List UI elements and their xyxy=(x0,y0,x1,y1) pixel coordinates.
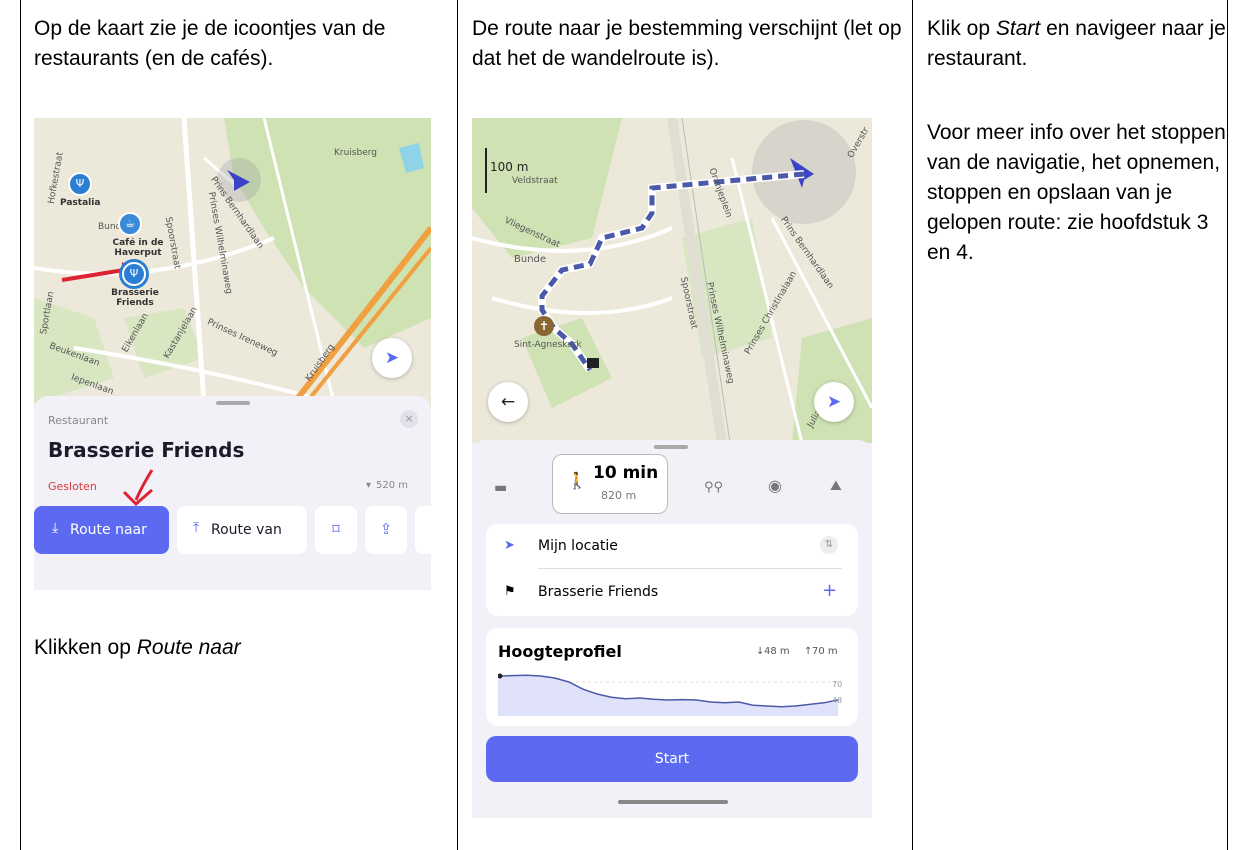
descent-value: 48 m xyxy=(764,646,790,657)
table-border-left xyxy=(20,0,21,850)
caption-text: Klikken op xyxy=(34,636,137,659)
red-arrow-annotation xyxy=(122,469,154,507)
route-from-label: Route van xyxy=(211,522,282,538)
route-points-card: ➤ Mijn locatie ⇅ ⚑ Brasserie Friends + xyxy=(486,524,858,616)
back-arrow-icon[interactable]: ← xyxy=(488,382,528,422)
route-to-field[interactable]: Brasserie Friends xyxy=(538,584,658,600)
route-from-icon: ⤒ xyxy=(193,520,200,536)
table-divider-1 xyxy=(457,0,458,850)
church-icon[interactable]: ✝ xyxy=(534,316,554,336)
table-border-right xyxy=(1227,0,1228,850)
distance-icon: ▾ xyxy=(366,480,372,491)
map-label: Veldstraat xyxy=(512,176,558,186)
start-button[interactable]: Start xyxy=(486,736,858,782)
home-indicator xyxy=(618,800,728,804)
walking-mode-button[interactable]: 🚶 10 min 820 m xyxy=(552,454,668,514)
restaurant-pin-selected-icon[interactable]: Ψ xyxy=(122,262,146,286)
route-bottom-sheet: ▬ 🚶 10 min 820 m ⚲⚲ ◉ ⛰ ➤ Mijn locatie ⇅… xyxy=(472,440,872,818)
paragraph-text: Klik op xyxy=(927,17,996,40)
route-from-field[interactable]: Mijn locatie xyxy=(538,538,618,554)
map-label: Sint-Agneskerk xyxy=(514,340,582,350)
swap-icon[interactable]: ⇅ xyxy=(820,536,838,554)
ascent-value: 70 m xyxy=(812,646,838,657)
elevation-profile xyxy=(498,673,838,716)
add-waypoint-icon[interactable]: + xyxy=(822,580,837,601)
public-transport-icon[interactable]: ◉ xyxy=(768,476,782,495)
map-label: Bunde xyxy=(514,254,547,265)
map-label: Kruisberg xyxy=(334,148,378,158)
poi-status: Gesloten xyxy=(48,480,97,493)
walking-distance: 820 m xyxy=(601,489,637,502)
walking-icon: 🚶 xyxy=(567,471,587,490)
caption-emphasis: Route naar xyxy=(136,636,241,659)
col1-caption-top: Op de kaart zie je de icoontjes van de r… xyxy=(34,17,386,70)
elevation-tick-high: 70 xyxy=(832,680,843,689)
elevation-card: Hoogteprofiel ↓ 48 m ↑ 70 m 70 48 xyxy=(486,628,858,726)
share-icon[interactable]: ⇪ xyxy=(365,506,407,554)
table-divider-2 xyxy=(912,0,913,850)
route-from-button[interactable]: ⤒ Route van xyxy=(177,506,307,554)
map-label: Pastalia xyxy=(60,198,101,208)
start-label: Start xyxy=(654,751,690,767)
elevation-tick-low: 48 xyxy=(832,696,843,705)
more-button[interactable] xyxy=(415,506,431,554)
location-arrow-icon: ➤ xyxy=(504,538,515,553)
cafe-pin-icon[interactable]: ☕ xyxy=(118,212,142,236)
poi-distance: 520 m xyxy=(376,480,409,491)
restaurant-pin-icon[interactable]: Ψ xyxy=(68,172,92,196)
sheet-handle[interactable] xyxy=(216,401,250,405)
poi-category: Restaurant xyxy=(48,414,109,427)
scale-label: 100 m xyxy=(490,160,529,174)
close-icon[interactable]: × xyxy=(400,410,418,428)
col3-paragraph-1: Klik op Start en navigeer naar je restau… xyxy=(927,14,1227,74)
poi-bottom-sheet: Restaurant × Brasserie Friends Gesloten … xyxy=(34,396,431,590)
terrain-icon[interactable]: ⛰ xyxy=(830,478,842,494)
poi-name: Brasserie Friends xyxy=(48,438,245,462)
bike-icon[interactable]: ⚲⚲ xyxy=(704,480,723,495)
col1-caption-bottom: Klikken op Route naar xyxy=(34,633,449,663)
map-label: Brasserie Friends xyxy=(111,288,159,308)
col2-map xyxy=(472,118,872,443)
divider xyxy=(538,568,842,569)
col3-paragraph-2: Voor meer info over het stoppen van de n… xyxy=(927,121,1226,264)
map-label: Café in de Haverput xyxy=(112,238,164,258)
navigate-arrow-button[interactable]: ➤ xyxy=(814,382,854,422)
elevation-area xyxy=(498,675,838,716)
navigate-arrow-button[interactable]: ➤ xyxy=(372,338,412,378)
bookmark-icon[interactable]: ⌑ xyxy=(315,506,357,554)
col1-screenshot: Hofkestraat Ψ Pastalia Bunde ☕ Café in d… xyxy=(34,118,431,590)
car-icon[interactable]: ▬ xyxy=(494,480,507,496)
col2-caption: De route naar je bestemming verschijnt (… xyxy=(472,17,902,70)
route-to-label: Route naar xyxy=(70,522,147,538)
route-to-button[interactable]: ⤓ Route naar xyxy=(34,506,169,554)
walking-time: 10 min xyxy=(593,463,659,483)
col2-screenshot: 100 m Veldstraat Vliegenstraat Bunde ✝ S… xyxy=(472,118,872,818)
route-to-icon: ⤓ xyxy=(52,520,59,536)
flag-icon: ⚑ xyxy=(504,584,516,599)
sheet-handle[interactable] xyxy=(654,445,688,449)
paragraph-emphasis: Start xyxy=(995,17,1041,40)
elevation-title: Hoogteprofiel xyxy=(498,642,622,661)
